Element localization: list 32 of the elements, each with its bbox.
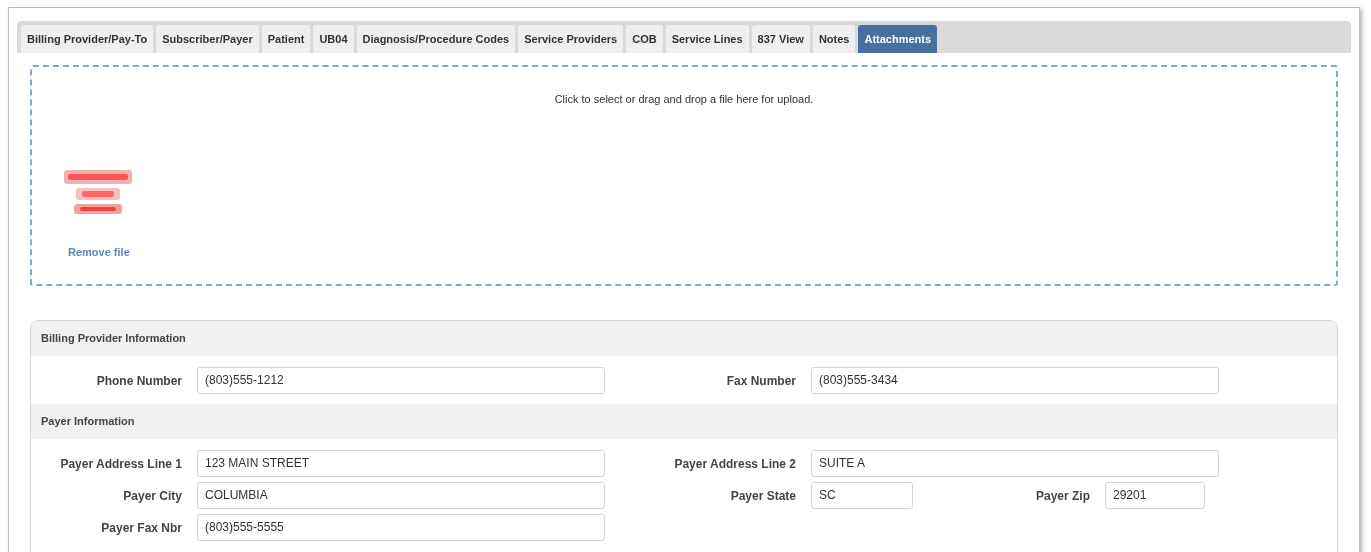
tab[interactable]: COB xyxy=(626,25,663,53)
text-field[interactable]: (803)555-3434 xyxy=(811,366,1219,394)
tab[interactable]: Diagnosis/Procedure Codes xyxy=(356,25,516,53)
section-title: Billing Provider Information xyxy=(41,331,186,347)
field-label: Payer Address Line 1 xyxy=(60,457,182,471)
field-label: Phone Number xyxy=(96,374,182,388)
text-field[interactable]: COLUMBIA xyxy=(197,481,605,509)
text-field[interactable]: (803)555-1212 xyxy=(197,366,605,394)
field-label: Payer State xyxy=(730,489,796,503)
remove-file-link[interactable]: Remove file xyxy=(68,243,130,260)
tab[interactable]: Patient xyxy=(261,25,311,53)
upload-prompt: Click to select or drag and drop a file here for upload. xyxy=(554,92,814,107)
section-title: Payer Information xyxy=(41,414,135,430)
field-label: Payer City xyxy=(123,489,182,503)
tab[interactable]: Notes xyxy=(812,25,856,53)
tab[interactable]: 837 View xyxy=(751,25,810,53)
text-field[interactable]: (803)555-5555 xyxy=(197,513,605,541)
tab[interactable]: Service Providers xyxy=(518,25,624,53)
tab[interactable]: Billing Provider/Pay-To xyxy=(21,25,154,53)
tab[interactable]: Service Lines xyxy=(665,25,749,53)
upload-dropzone[interactable]: Click to select or drag and drop a file here for upload. Remove file xyxy=(30,65,1338,286)
field-label: Payer Address Line 2 xyxy=(674,457,796,471)
field-label: Fax Number xyxy=(726,374,796,388)
field-label: Payer Fax Nbr xyxy=(101,521,182,535)
field-label: Payer Zip xyxy=(1035,489,1090,503)
text-field[interactable]: SC xyxy=(811,481,913,509)
text-field[interactable]: SUITE A xyxy=(811,449,1219,477)
tab[interactable]: Subscriber/Payer xyxy=(156,25,259,53)
tab[interactable]: Attachments xyxy=(858,25,938,53)
text-field[interactable]: 29201 xyxy=(1105,481,1205,509)
tab[interactable]: UB04 xyxy=(313,25,354,53)
text-field[interactable]: 123 MAIN STREET xyxy=(197,449,605,477)
